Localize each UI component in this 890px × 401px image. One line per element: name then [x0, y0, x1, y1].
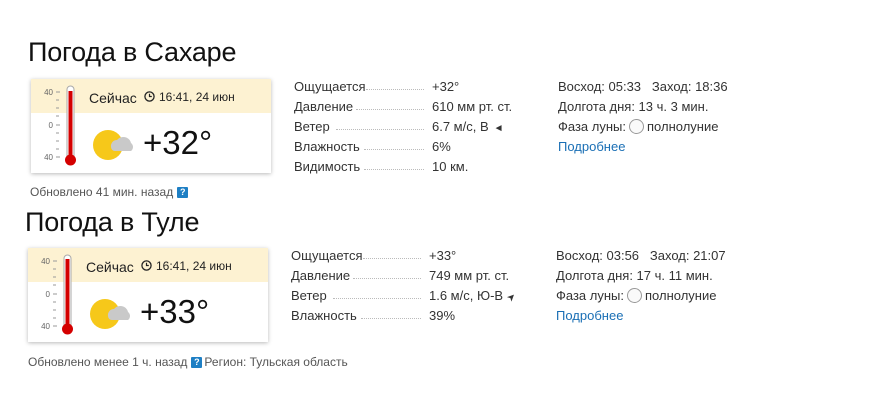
moon-icon [629, 119, 644, 134]
wind-direction-icon: ◄ [493, 123, 504, 134]
detail-label: Давление [294, 99, 354, 114]
help-icon[interactable]: ? [191, 357, 203, 368]
dots-divider [366, 89, 424, 90]
moon-phase-label: Фаза луны: [558, 119, 626, 134]
detail-row-humidity: Влажность 6% [294, 139, 544, 155]
moon-phase: Фаза луны: полнолуние [556, 288, 716, 304]
detail-row-wind: Ветер 1.6 м/с, Ю-В ➤ [291, 288, 541, 306]
detail-label: Видимость [294, 159, 361, 174]
more-details-link[interactable]: Подробнее [556, 308, 623, 323]
updated-text: Обновлено 41 мин. назад [30, 185, 174, 199]
detail-label: Давление [291, 268, 351, 283]
detail-row-wind: Ветер 6.7 м/с, В ◄ [294, 119, 544, 135]
detail-value: 10 км. [432, 159, 469, 174]
help-icon[interactable]: ? [177, 187, 189, 198]
detail-row-humidity: Влажность 39% [291, 308, 541, 324]
dots-divider [353, 278, 421, 279]
detail-row-feels-like: Ощущается +32° [294, 79, 544, 95]
detail-label: Ощущается [294, 79, 366, 94]
current-temperature: +32° [143, 124, 213, 161]
detail-label: Влажность [294, 139, 360, 154]
sunset: Заход: 18:36 [651, 79, 728, 94]
dots-divider [363, 258, 421, 259]
now-label: Сейчас [89, 90, 137, 106]
sunrise: Восход: 05:33 [558, 79, 642, 94]
svg-text:40: 40 [44, 153, 53, 162]
detail-row-pressure: Давление 749 мм рт. ст. [291, 268, 541, 284]
moon-icon [627, 288, 642, 303]
detail-label: Ощущается [291, 248, 363, 263]
city-title: Погода в Сахаре [28, 37, 237, 67]
updated-note: Обновлено менее 1 ч. назад? Регион: Тульс… [28, 355, 348, 369]
detail-label: Влажность [291, 308, 357, 323]
moon-phase-value: полнолуние [645, 288, 717, 303]
now-label: Сейчас [86, 259, 134, 275]
observation-time: 16:41, 24 июн [159, 90, 235, 104]
moon-phase-label: Фаза луны: [556, 288, 624, 303]
thermometer-icon: 40 0 40 [41, 254, 73, 335]
svg-text:40: 40 [41, 257, 50, 266]
sun-times: Восход: 05:33 Заход: 18:36 [558, 79, 728, 95]
sun-cloud-icon [93, 130, 133, 160]
detail-value: 6.7 м/с, В [432, 119, 489, 134]
detail-row-pressure: Давление 610 мм рт. ст. [294, 99, 544, 115]
thermometer-icon: 40 0 40 [44, 85, 76, 166]
updated-text: Обновлено менее 1 ч. назад [28, 355, 188, 369]
dots-divider [333, 298, 421, 299]
sunset: Заход: 21:07 [649, 248, 726, 263]
detail-value: 749 мм рт. ст. [429, 268, 510, 283]
detail-value: 610 мм рт. ст. [432, 99, 513, 114]
city-title: Погода в Туле [25, 207, 200, 237]
updated-note: Обновлено 41 мин. назад? [30, 185, 190, 199]
detail-value: +32° [432, 79, 460, 94]
dots-divider [361, 318, 421, 319]
sun-times: Восход: 03:56 Заход: 21:07 [556, 248, 726, 264]
day-length: Долгота дня: 13 ч. 3 мин. [558, 99, 709, 114]
dots-divider [336, 129, 424, 130]
sunrise: Восход: 03:56 [556, 248, 640, 263]
detail-value: 39% [429, 308, 456, 323]
dots-divider [364, 149, 424, 150]
current-weather-card: 40 0 40 Сейчас 16:41, 24 июн +33° [28, 248, 268, 342]
svg-text:40: 40 [44, 88, 53, 97]
svg-text:0: 0 [46, 290, 51, 299]
observation-time: 16:41, 24 июн [156, 259, 232, 273]
dots-divider [364, 169, 424, 170]
wind-value: 6.7 м/с, В ◄ [432, 119, 504, 137]
sun-cloud-icon [90, 299, 130, 329]
moon-phase: Фаза луны: полнолуние [558, 119, 718, 135]
svg-text:0: 0 [49, 121, 54, 130]
moon-phase-value: полнолуние [647, 119, 719, 134]
clock-icon [144, 91, 155, 102]
current-weather-card: 40 0 40 Сейчас 16:41, 24 июн +32° [31, 79, 271, 173]
svg-text:40: 40 [41, 322, 50, 331]
current-temperature: +33° [140, 293, 210, 330]
day-length: Долгота дня: 17 ч. 11 мин. [556, 268, 713, 283]
detail-label: Ветер [294, 119, 330, 134]
region-text: Регион: Тульская область [204, 355, 348, 369]
detail-value: 6% [432, 139, 451, 154]
detail-row-visibility: Видимость 10 км. [294, 159, 544, 175]
wind-direction-icon: ➤ [505, 290, 519, 305]
clock-icon [141, 260, 152, 271]
detail-label: Ветер [291, 288, 327, 303]
more-details-link[interactable]: Подробнее [558, 139, 625, 154]
detail-row-feels-like: Ощущается +33° [291, 248, 541, 264]
detail-value: +33° [429, 248, 457, 263]
dots-divider [356, 109, 424, 110]
detail-value: 1.6 м/с, Ю-В [429, 288, 504, 303]
wind-value: 1.6 м/с, Ю-В ➤ [429, 288, 519, 306]
